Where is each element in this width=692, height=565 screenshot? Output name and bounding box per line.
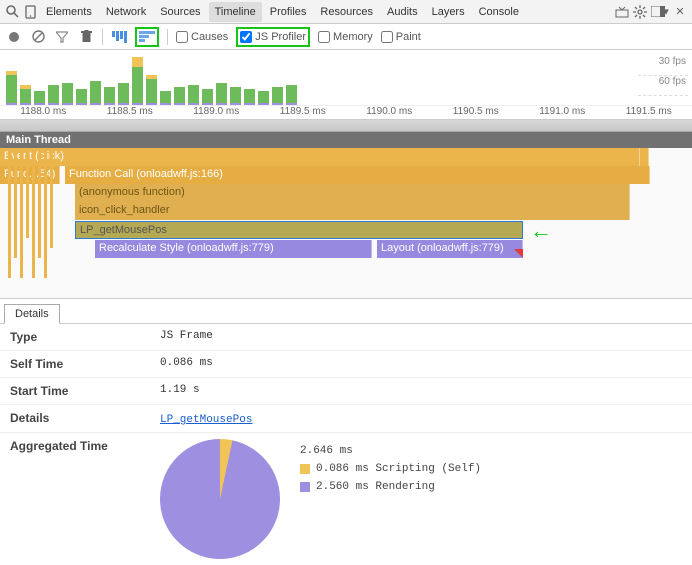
overview-bars <box>6 59 297 105</box>
tab-layers[interactable]: Layers <box>426 2 471 22</box>
memory-label: Memory <box>333 31 373 43</box>
tab-resources[interactable]: Resources <box>314 2 379 22</box>
paint-checkbox[interactable]: Paint <box>381 31 421 43</box>
close-icon[interactable]: ✕ <box>672 4 688 20</box>
search-icon[interactable] <box>4 4 20 20</box>
flame-lp-getmousepos[interactable]: LP_getMousePos <box>75 221 523 239</box>
filter-icon[interactable] <box>54 29 70 45</box>
flame-recalculate-style[interactable]: Recalculate Style (onloadwff.js:779) <box>95 240 372 258</box>
thread-header: Main Thread <box>0 132 692 148</box>
flame-event-click[interactable]: Event (click) <box>0 148 640 166</box>
tab-network[interactable]: Network <box>100 2 152 22</box>
view-flame-icon[interactable] <box>139 29 155 45</box>
overview-time-axis: 1188.0 ms1188.5 ms1189.0 ms1189.5 ms1190… <box>0 105 692 119</box>
device-icon[interactable] <box>22 4 38 20</box>
tab-sources[interactable]: Sources <box>154 2 206 22</box>
tab-console[interactable]: Console <box>473 2 525 22</box>
flame-side-strips <box>8 148 53 298</box>
dock-chevron-icon[interactable]: ▾ <box>662 4 670 20</box>
clear-icon[interactable] <box>30 29 46 45</box>
fps-30-label: 30 fps <box>638 56 688 76</box>
devtools-tabbar: Elements Network Sources Timeline Profil… <box>0 0 692 24</box>
memory-checkbox[interactable]: Memory <box>318 31 373 43</box>
view-bars-icon[interactable] <box>111 29 127 45</box>
aggregated-time-label: Aggregated Time <box>0 433 150 565</box>
causes-label: Causes <box>191 31 228 43</box>
agg-scripting: 0.086 ms Scripting (Self) <box>316 463 481 475</box>
tab-audits[interactable]: Audits <box>381 2 424 22</box>
tab-elements[interactable]: Elements <box>40 2 98 22</box>
aggregated-pie-chart <box>160 439 280 559</box>
aggregated-legend: 2.646 ms 0.086 ms Scripting (Self) 2.560… <box>300 439 481 499</box>
js-profiler-label: JS Profiler <box>255 31 306 43</box>
timeline-toolbar: Causes JS Profiler Memory Paint <box>0 24 692 50</box>
flame-function-call[interactable]: Function Call (onloadwff.js:166) <box>65 166 650 184</box>
tab-timeline[interactable]: Timeline <box>209 2 262 22</box>
self-time-value: 0.086 ms <box>150 351 692 378</box>
record-icon[interactable] <box>6 29 22 45</box>
layout-warning-icon <box>514 249 523 258</box>
start-time-value: 1.19 s <box>150 378 692 405</box>
aggregated-time-row: 2.646 ms 0.086 ms Scripting (Self) 2.560… <box>150 433 692 565</box>
overview-chart[interactable]: 30 fps 60 fps 1188.0 ms1188.5 ms1189.0 m… <box>0 50 692 120</box>
overview-scrubber[interactable] <box>0 120 692 132</box>
details-label: Details <box>0 405 150 433</box>
settings-gear-icon[interactable] <box>632 4 648 20</box>
flame-chart[interactable]: Main Thread Event (click) Func…54) Funct… <box>0 132 692 299</box>
agg-rendering: 2.560 ms Rendering <box>316 481 435 493</box>
flame-rows: Event (click) Func…54) Function Call (on… <box>0 148 692 298</box>
agg-total: 2.646 ms <box>300 445 353 457</box>
fps-60-label: 60 fps <box>638 76 688 96</box>
details-link[interactable]: LP_getMousePos <box>160 414 252 426</box>
details-tabbar: Details <box>0 299 692 324</box>
js-profiler-checkbox[interactable]: JS Profiler <box>240 31 306 43</box>
type-label: Type <box>0 324 150 351</box>
garbage-icon[interactable] <box>78 29 94 45</box>
type-value: JS Frame <box>150 324 692 351</box>
js-profiler-highlight: JS Profiler <box>236 27 310 47</box>
legend-swatch-scripting <box>300 464 310 474</box>
self-time-label: Self Time <box>0 351 150 378</box>
annotation-arrow-icon: ← <box>530 218 552 244</box>
flame-layout[interactable]: Layout (onloadwff.js:779) <box>377 240 523 258</box>
causes-checkbox[interactable]: Causes <box>176 31 228 43</box>
details-grid: Type JS Frame Self Time 0.086 ms Start T… <box>0 324 692 565</box>
legend-swatch-rendering <box>300 482 310 492</box>
details-tab[interactable]: Details <box>4 304 60 324</box>
paint-label: Paint <box>396 31 421 43</box>
flame-anonymous[interactable]: (anonymous function) <box>75 184 630 202</box>
flame-tail[interactable] <box>640 148 649 166</box>
view-flame-highlight <box>135 27 159 47</box>
tab-profiles[interactable]: Profiles <box>264 2 313 22</box>
start-time-label: Start Time <box>0 378 150 405</box>
drawer-icon[interactable] <box>614 4 630 20</box>
fps-labels: 30 fps 60 fps <box>638 56 688 96</box>
